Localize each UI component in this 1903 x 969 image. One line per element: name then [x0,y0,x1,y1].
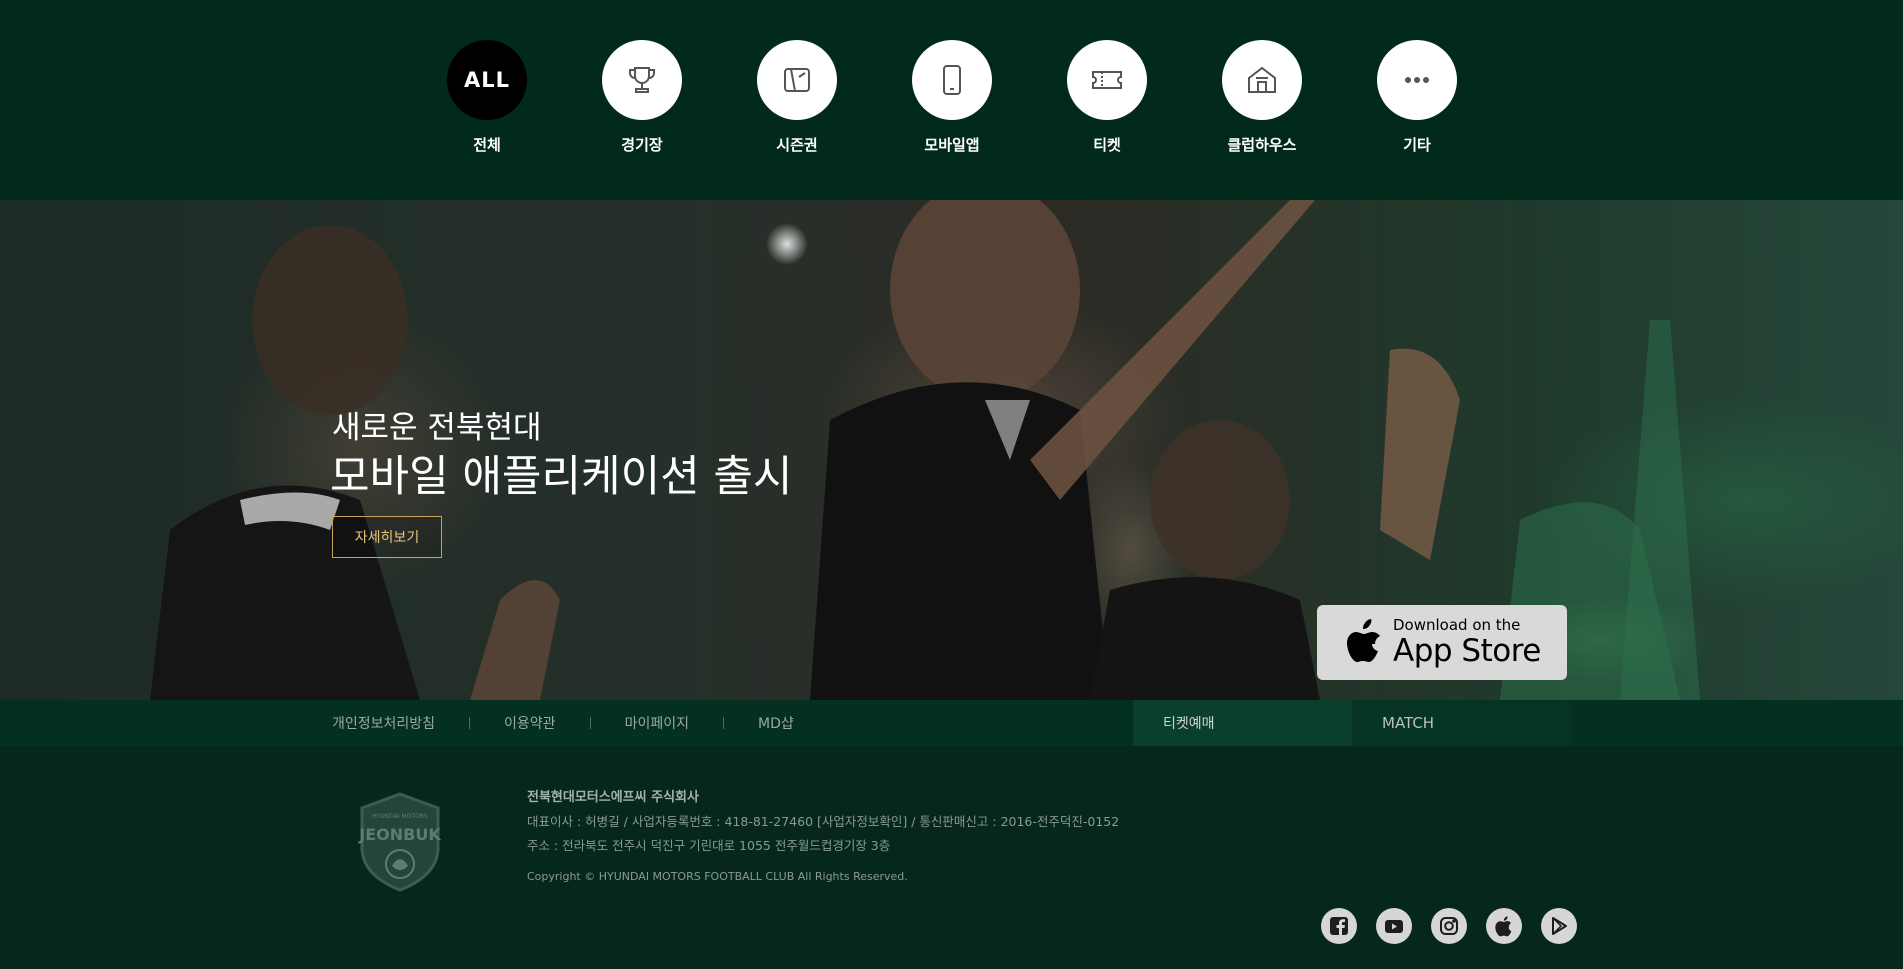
footer-links: 개인정보처리방침 이용약관 마이페이지 MD샵 [332,700,794,746]
youtube-link[interactable] [1376,908,1412,944]
tab-ticket-booking[interactable]: 티켓예매 [1133,700,1352,746]
more-dots-icon [1405,77,1429,83]
company-name: 전북현대모터스에프씨 주식회사 [527,790,699,805]
category-label: 클럽하우스 [1227,136,1297,154]
category-all[interactable]: ALL 전체 [447,40,527,155]
ticket-icon [1092,71,1122,89]
company-info: 대표이사 : 허병길 / 사업자등록번호 : 418-81-27460 [사업자… [527,814,1120,829]
facebook-icon [1330,917,1348,935]
category-label: 티켓 [1093,136,1121,154]
divider [722,717,724,729]
hero-banner: 새로운 전북현대 모바일 애플리케이션 출시 자세히보기 Download on… [0,200,1903,700]
trophy-icon [629,67,655,93]
logo-text: JEONBUK [358,825,441,844]
hero-subtitle: 새로운 전북현대 [332,410,542,446]
app-store-button[interactable]: Download on the App Store [1317,605,1567,680]
house-icon [1248,66,1276,93]
category-label: 전체 [473,136,501,154]
category-label: 경기장 [621,136,663,154]
apple-icon [1347,618,1380,662]
footer: HYUNDAI MOTORS JEONBUK 전북현대모터스에프씨 주식회사 대… [0,746,1903,969]
google-play-link[interactable] [1541,908,1577,944]
md-shop-link[interactable]: MD샵 [758,713,794,733]
terms-link[interactable]: 이용약관 [504,713,556,733]
category-season-pass[interactable]: 시즌권 [757,40,837,155]
category-stadium[interactable]: 경기장 [602,40,682,155]
jeonbuk-logo: HYUNDAI MOTORS JEONBUK [358,792,441,892]
privacy-policy-link[interactable]: 개인정보처리방침 [332,713,435,733]
divider [589,717,591,729]
hero-players-image [150,200,1700,700]
copyright: Copyright © HYUNDAI MOTORS FOOTBALL CLUB… [527,870,908,883]
company-address: 주소 : 전라북도 전주시 덕진구 기린대로 1055 전주월드컵경기장 3층 [527,838,891,853]
social-links [1321,908,1577,944]
instagram-link[interactable] [1431,908,1467,944]
category-mobile-app[interactable]: 모바일앱 [912,40,992,155]
all-icon: ALL [447,40,527,120]
category-clubhouse[interactable]: 클럽하우스 [1222,40,1302,155]
app-store-small-text: Download on the [1393,616,1521,634]
logo-small-text: HYUNDAI MOTORS [372,813,428,820]
apple-icon [1495,916,1512,937]
season-pass-icon [784,68,810,92]
detail-button[interactable]: 자세히보기 [332,516,442,558]
mobile-phone-icon [943,65,961,95]
category-list: ALL 전체 경기장 시즌권 모바일앱 티켓 클럽하우스 기타 [447,40,1457,155]
category-nav: ALL 전체 경기장 시즌권 모바일앱 티켓 클럽하우스 기타 [0,0,1903,200]
youtube-icon [1385,920,1403,933]
category-label: 시즌권 [776,136,818,154]
tab-match[interactable]: MATCH [1352,700,1571,746]
app-store-link[interactable] [1486,908,1522,944]
instagram-icon [1440,917,1458,935]
footer-link-bar: 개인정보처리방침 이용약관 마이페이지 MD샵 티켓예매 MATCH [0,700,1903,746]
google-play-icon [1552,917,1567,935]
category-ticket[interactable]: 티켓 [1067,40,1147,155]
category-label: 모바일앱 [924,136,980,154]
category-label: 기타 [1403,136,1431,154]
facebook-link[interactable] [1321,908,1357,944]
category-etc[interactable]: 기타 [1377,40,1457,155]
hero-title: 모바일 애플리케이션 출시 [330,452,793,502]
app-store-big-text: App Store [1393,633,1541,669]
divider [469,717,471,729]
mypage-link[interactable]: 마이페이지 [625,713,689,733]
